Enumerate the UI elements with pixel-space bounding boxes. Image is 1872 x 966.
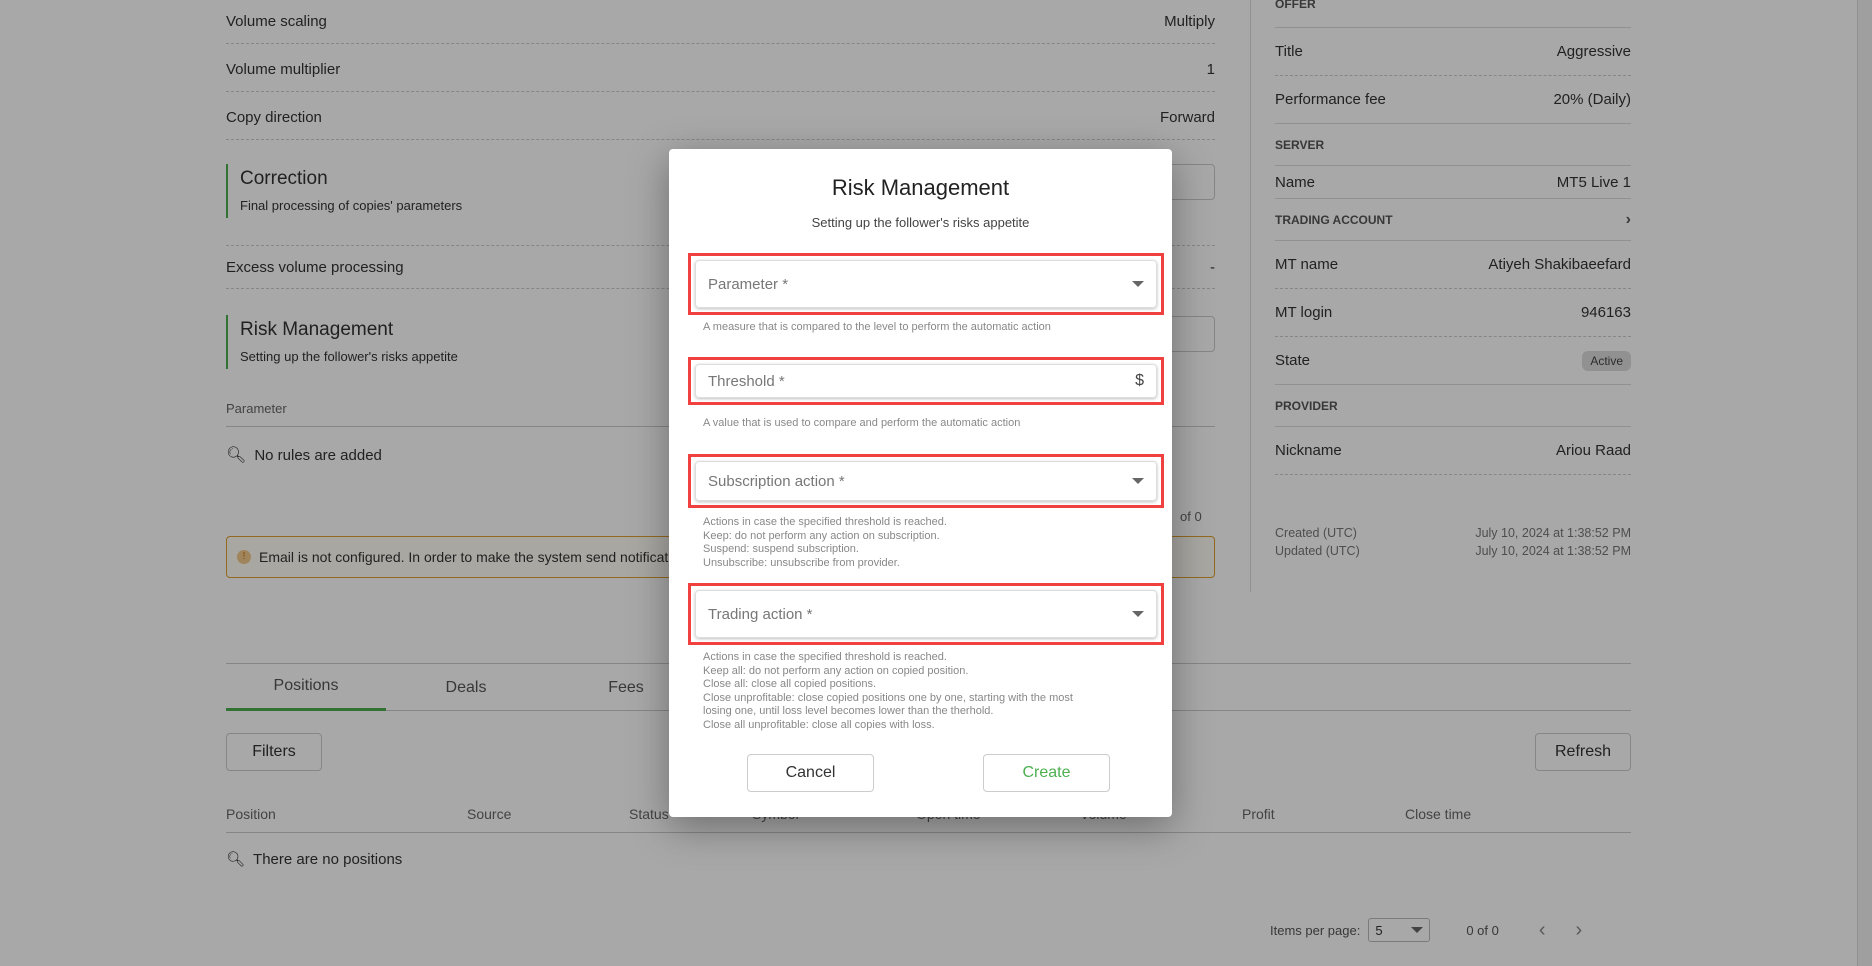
dialog-title: Risk Management [831,175,1010,200]
hint-line: Actions in case the specified threshold … [703,516,947,528]
trading-action-select[interactable]: Trading action * [688,583,1164,645]
caret-down-icon [1132,478,1144,484]
caret-down-icon [1132,611,1144,617]
hint-line: Close unprofitable: close copied positio… [703,691,1073,704]
hint-line: Unsubscribe: unsubscribe from provider. [703,556,900,569]
parameter-select[interactable]: Parameter * [688,253,1164,315]
risk-management-dialog: Risk Management Setting up the follower'… [669,149,1172,817]
field-hint: Actions in case the specified threshold … [703,651,1073,732]
caret-down-icon [1132,281,1144,287]
cancel-button[interactable]: Cancel [747,754,874,792]
subscription-action-select[interactable]: Subscription action * [688,454,1164,508]
field-label: Subscription action * [708,472,845,490]
field-hint: A value that is used to compare and perf… [703,417,1021,429]
hint-line: Suspend: suspend subscription. [703,543,859,555]
hint-line: Close all unprofitable: close all copies… [703,718,935,731]
field-hint: A measure that is compared to the level … [703,321,1051,333]
threshold-input[interactable]: Threshold * $ [688,357,1164,405]
create-button[interactable]: Create [983,754,1110,792]
field-label: Parameter * [708,275,789,293]
hint-line: Actions in case the specified threshold … [703,651,947,663]
hint-line: Close all: close all copied positions. [703,678,877,690]
currency-suffix: $ [1135,372,1144,389]
hint-line: losing one, until loss level becomes low… [703,705,994,717]
hint-line: Keep all: do not perform any action on c… [703,664,969,677]
field-label: Trading action * [708,605,813,623]
dialog-subtitle: Setting up the follower's risks appetite [811,215,1030,230]
field-hint: Actions in case the specified threshold … [703,516,947,570]
field-label: Threshold * [708,372,785,390]
hint-line: Keep: do not perform any action on subsc… [703,529,940,542]
